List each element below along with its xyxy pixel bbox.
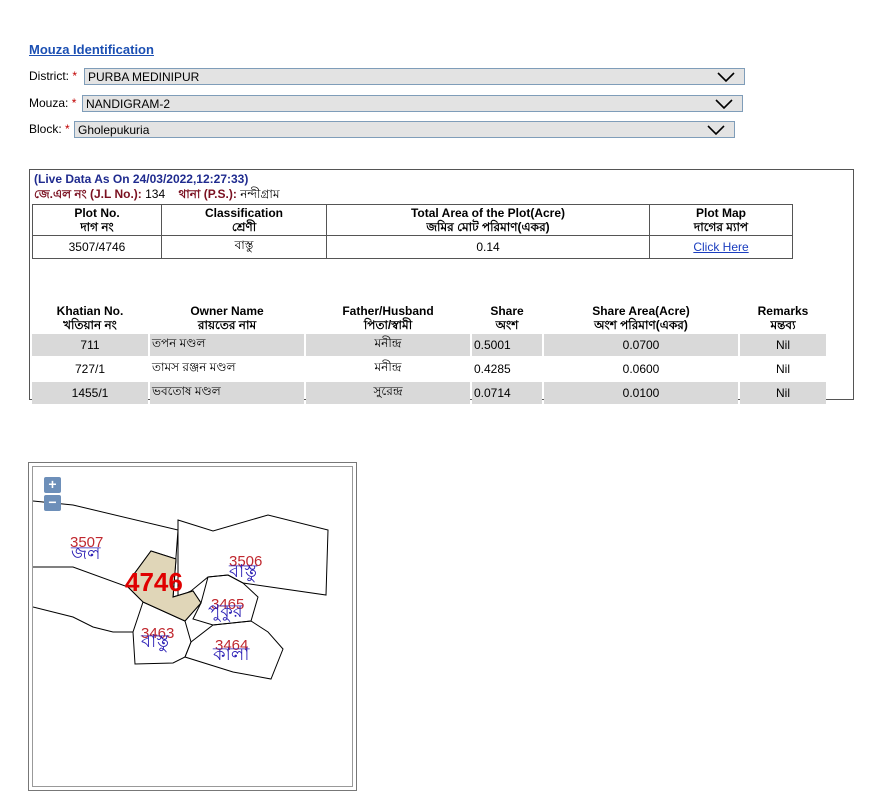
khatian-table: Khatian No. খতিয়ান নং Owner Name রায়তের … bbox=[30, 302, 828, 406]
owner-name: ভবতোষ মণ্ডল bbox=[150, 382, 304, 404]
share-area: 0.0100 bbox=[544, 382, 738, 404]
block-row: Block: * bbox=[29, 122, 70, 136]
jl-label: জে.এল নং (J.L No.): bbox=[34, 187, 142, 201]
map-viewport[interactable]: 4746 3507 জল 3506 বাস্তু 3465 পুকুর 3463… bbox=[32, 466, 353, 787]
column-header: Total Area of the Plot(Acre) জমির মোট পরি… bbox=[326, 204, 650, 236]
ps-value: নন্দীগ্রাম bbox=[240, 187, 280, 201]
plot-class-3464: কালা bbox=[212, 644, 250, 665]
block-value: Gholepukuria bbox=[78, 123, 150, 137]
map-canvas: 4746 3507 জল 3506 বাস্তু 3465 পুকুর 3463… bbox=[33, 500, 329, 680]
remarks: Nil bbox=[740, 358, 826, 380]
zoom-out-button[interactable]: − bbox=[44, 495, 61, 511]
column-header: Share অংশ bbox=[490, 304, 524, 332]
plot-class-3507: জল bbox=[70, 543, 101, 564]
table-header-row: Plot No. দাগ নং Classification শ্রেণী Tota… bbox=[32, 204, 793, 236]
ps-label: থানা (P.S.): bbox=[178, 187, 237, 201]
column-header: Remarks মন্তব্য bbox=[757, 304, 809, 332]
required-mark: * bbox=[65, 122, 70, 136]
remarks: Nil bbox=[740, 382, 826, 404]
column-header: Plot No. দাগ নং bbox=[32, 204, 162, 236]
table-row: 727/1 তামস রঞ্জন মণ্ডল মনীন্দ্র 0.4285 0… bbox=[32, 358, 826, 380]
plot-map-link[interactable]: Click Here bbox=[693, 240, 748, 254]
chevron-down-icon bbox=[707, 125, 725, 136]
column-header: Classification শ্রেণী bbox=[161, 204, 327, 236]
column-header: Khatian No. খতিয়ান নং bbox=[56, 304, 124, 332]
plot-number: 3507/4746 bbox=[32, 235, 162, 259]
block-select[interactable]: Gholepukuria bbox=[74, 121, 735, 138]
share: 0.5001 bbox=[472, 334, 542, 356]
share: 0.0714 bbox=[472, 382, 542, 404]
plot-map-cell: Click Here bbox=[649, 235, 793, 259]
share-area: 0.0700 bbox=[544, 334, 738, 356]
khatian-number: 711 bbox=[32, 334, 148, 356]
required-mark: * bbox=[72, 69, 78, 83]
column-header: Plot Map দাগের ম্যাপ bbox=[649, 204, 793, 236]
records-panel: (Live Data As On 24/03/2022,12:27:33) জে… bbox=[29, 169, 854, 404]
plot-class-3506: বাস্তু bbox=[228, 561, 258, 582]
khatian-number: 727/1 bbox=[32, 358, 148, 380]
column-header: Owner Name রায়তের নাম bbox=[190, 304, 264, 332]
plot-map: 4746 3507 জল 3506 বাস্তু 3465 পুকুর 3463… bbox=[28, 462, 357, 791]
mouza-label: Mouza: bbox=[29, 96, 69, 110]
road-boundary bbox=[33, 606, 133, 633]
table-row: 3507/4746 বাস্তু 0.14 Click Here bbox=[32, 235, 793, 259]
share: 0.4285 bbox=[472, 358, 542, 380]
father-husband: মনীন্দ্র bbox=[306, 358, 470, 380]
district-select[interactable]: PURBA MEDINIPUR bbox=[84, 68, 745, 85]
owner-name: তপন মণ্ডল bbox=[150, 334, 304, 356]
district-value: PURBA MEDINIPUR bbox=[88, 70, 200, 84]
district-label: District: bbox=[29, 69, 69, 83]
table-header-row: Khatian No. খতিয়ান নং Owner Name রায়তের … bbox=[32, 304, 826, 332]
share-area: 0.0600 bbox=[544, 358, 738, 380]
plot-classification: বাস্তু bbox=[161, 235, 327, 259]
plot-table: Plot No. দাগ নং Classification শ্রেণী Tota… bbox=[32, 204, 793, 259]
block-label: Block: bbox=[29, 122, 62, 136]
column-header: Share Area(Acre) অংশ পরিমাণ(একর) bbox=[592, 304, 690, 332]
required-mark: * bbox=[71, 96, 77, 110]
column-header: Father/Husband পিতা/স্বামী bbox=[342, 304, 434, 332]
chevron-down-icon bbox=[717, 72, 735, 83]
zoom-in-button[interactable]: + bbox=[44, 477, 61, 493]
plot-class-3465: পুকুর bbox=[208, 601, 244, 622]
owner-name: তামস রঞ্জন মণ্ডল bbox=[150, 358, 304, 380]
plot-class-3463: বাস্তু bbox=[140, 631, 170, 652]
chevron-down-icon bbox=[715, 99, 733, 110]
father-husband: সুরেন্দ্র bbox=[306, 382, 470, 404]
father-husband: মনীন্দ্র bbox=[306, 334, 470, 356]
district-row: District: * bbox=[29, 69, 77, 83]
table-row: 1455/1 ভবতোষ মণ্ডল সুরেন্দ্র 0.0714 0.01… bbox=[32, 382, 826, 404]
mouza-select[interactable]: NANDIGRAM-2 bbox=[82, 95, 743, 112]
mouza-value: NANDIGRAM-2 bbox=[86, 97, 171, 111]
live-data-timestamp: (Live Data As On 24/03/2022,12:27:33) bbox=[34, 172, 249, 186]
remarks: Nil bbox=[740, 334, 826, 356]
table-row: 711 তপন মণ্ডল মনীন্দ্র 0.5001 0.0700 Nil bbox=[32, 334, 826, 356]
mouza-row: Mouza: * bbox=[29, 96, 76, 110]
plot-area: 0.14 bbox=[326, 235, 650, 259]
khatian-number: 1455/1 bbox=[32, 382, 148, 404]
page-title: Mouza Identification bbox=[29, 42, 154, 57]
jl-value: 134 bbox=[145, 187, 166, 201]
plot-highlight-number: 4746 bbox=[125, 567, 183, 597]
jl-info: জে.এল নং (J.L No.): 134 থানা (P.S.): নন্… bbox=[34, 186, 280, 206]
